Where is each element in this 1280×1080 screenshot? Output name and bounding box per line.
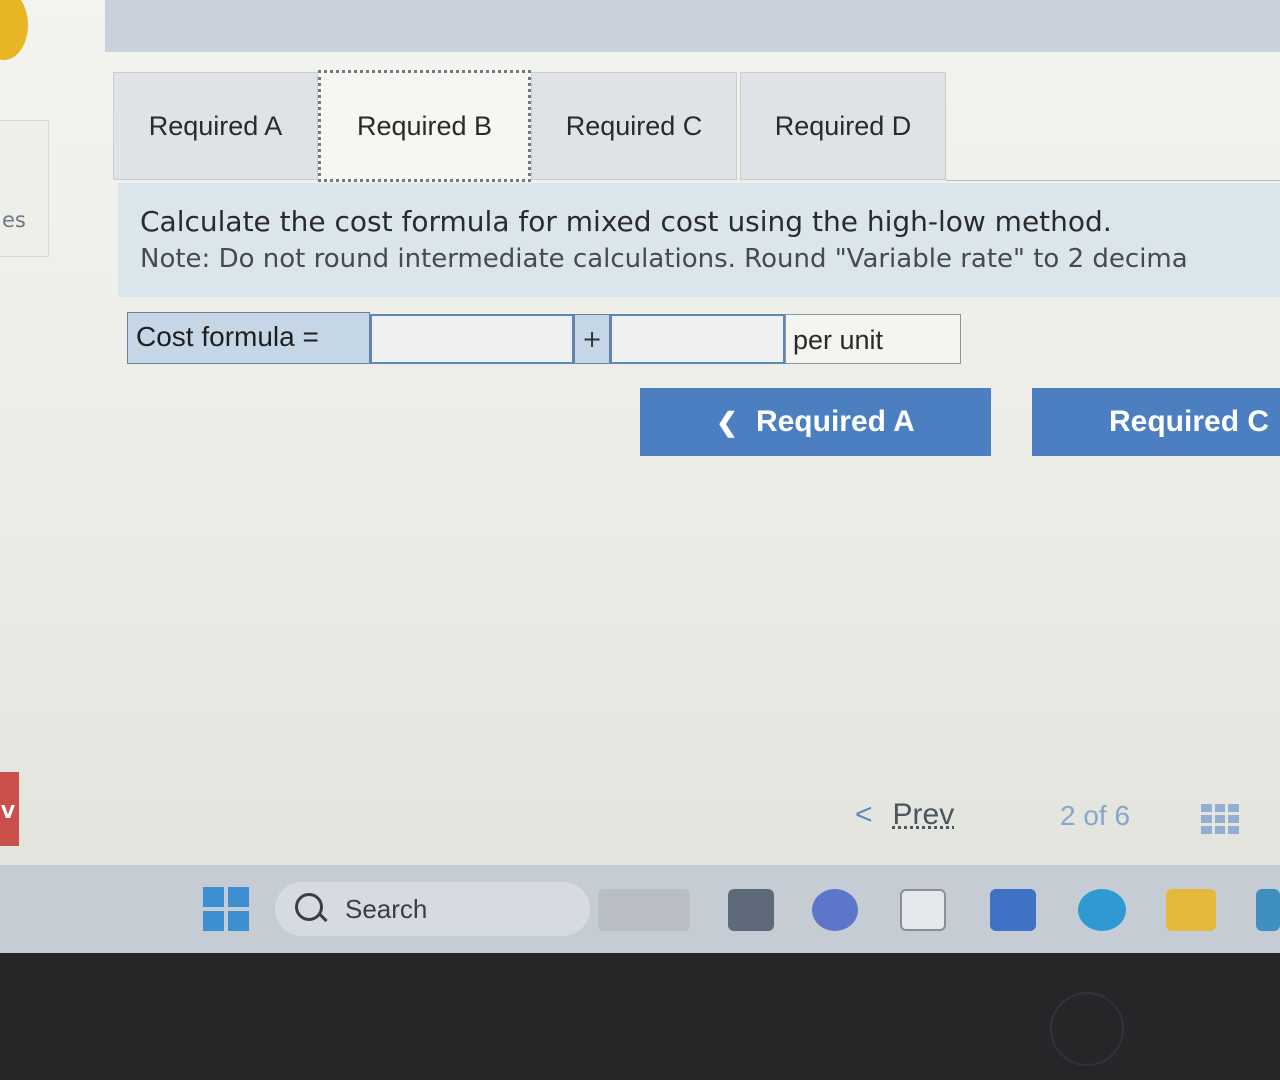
instruction-text: Calculate the cost formula for mixed cos…	[140, 205, 1112, 238]
teams-icon[interactable]	[812, 889, 858, 931]
taskbar-search-label: Search	[345, 894, 428, 924]
windows-start-icon[interactable]	[203, 887, 249, 931]
task-view-icon[interactable]	[728, 889, 774, 931]
prev-required-button[interactable]: ❮ Required A	[640, 388, 991, 456]
prev-question-label: Prev	[892, 798, 955, 831]
left-badge[interactable]: V	[0, 772, 19, 846]
left-cut-text: es	[2, 208, 26, 232]
cost-formula-label: Cost formula =	[127, 312, 370, 364]
word-icon[interactable]	[990, 889, 1036, 931]
chevron-left-icon: ❮	[716, 406, 738, 437]
fixed-cost-input[interactable]	[370, 314, 574, 364]
taskbar: Search	[0, 865, 1280, 953]
requirement-tabs: Required A Required B Required C Require…	[113, 70, 1280, 182]
store-icon[interactable]	[900, 889, 946, 931]
file-explorer-icon[interactable]	[1166, 889, 1216, 931]
widgets-icon[interactable]	[598, 889, 690, 931]
edge-icon[interactable]	[1078, 889, 1126, 931]
instruction-note: Note: Do not round intermediate calculat…	[140, 244, 1188, 274]
search-icon	[295, 893, 323, 921]
instruction-box: Calculate the cost formula for mixed cos…	[118, 183, 1280, 297]
tab-baseline	[946, 180, 1280, 181]
prev-question-link[interactable]: < Prev	[855, 798, 954, 832]
taskbar-search[interactable]: Search	[275, 882, 590, 936]
tab-required-c[interactable]: Required C	[531, 72, 737, 180]
page-current: 2	[1060, 800, 1076, 831]
left-badge-text: V	[1, 802, 15, 823]
variable-rate-input[interactable]	[610, 314, 785, 364]
plus-operator: +	[574, 314, 610, 364]
question-grid-icon[interactable]	[1201, 804, 1239, 834]
app-icon[interactable]	[1256, 889, 1280, 931]
prev-required-label: Required A	[755, 405, 915, 438]
tab-required-b[interactable]: Required B	[318, 70, 531, 182]
laptop-logo-icon	[1050, 992, 1124, 1066]
next-required-label: Required C	[1109, 405, 1270, 438]
left-sidebar-fragment	[0, 120, 49, 257]
page-indicator: 2 of 6	[1060, 800, 1130, 832]
page-of: of	[1083, 800, 1107, 831]
chevron-left-icon: <	[855, 798, 873, 831]
top-banner	[105, 0, 1280, 52]
next-required-button[interactable]: Required C	[1032, 388, 1280, 456]
tab-required-a[interactable]: Required A	[113, 72, 318, 180]
page-total: 6	[1114, 800, 1131, 831]
per-unit-label: per unit	[785, 314, 961, 364]
tab-required-d[interactable]: Required D	[740, 72, 946, 180]
